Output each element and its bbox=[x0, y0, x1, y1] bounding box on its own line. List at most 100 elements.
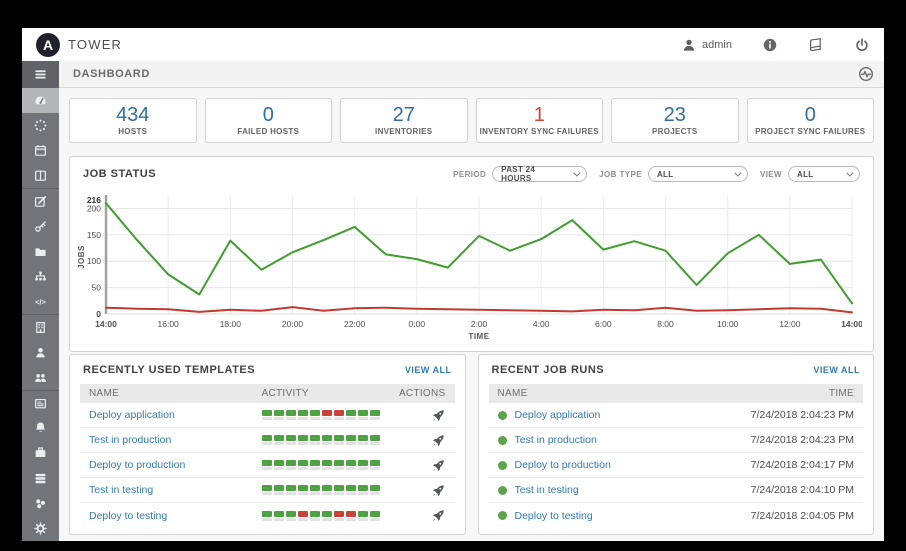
activity-block[interactable] bbox=[334, 511, 344, 521]
activity-block[interactable] bbox=[370, 410, 380, 420]
job-type-select[interactable]: ALL bbox=[648, 166, 748, 182]
sidebar-item-users[interactable] bbox=[22, 340, 59, 365]
activity-block[interactable] bbox=[262, 485, 272, 495]
sidebar-item-inventories[interactable] bbox=[22, 264, 59, 289]
activity-block[interactable] bbox=[286, 460, 296, 470]
activity-block[interactable] bbox=[298, 485, 308, 495]
activity-block[interactable] bbox=[370, 511, 380, 521]
activity-block[interactable] bbox=[334, 410, 344, 420]
activity-block[interactable] bbox=[346, 410, 356, 420]
sidebar-item-schedules[interactable] bbox=[22, 138, 59, 163]
activity-block[interactable] bbox=[310, 410, 320, 420]
activity-block[interactable] bbox=[358, 485, 368, 495]
view-select[interactable]: ALL bbox=[788, 166, 860, 182]
activity-block[interactable] bbox=[322, 435, 332, 445]
status-success-dot[interactable] bbox=[498, 486, 507, 495]
activity-block[interactable] bbox=[334, 460, 344, 470]
activity-block[interactable] bbox=[310, 485, 320, 495]
activity-block[interactable] bbox=[322, 511, 332, 521]
launch-rocket-icon[interactable] bbox=[431, 458, 446, 473]
activity-block[interactable] bbox=[298, 460, 308, 470]
activity-block[interactable] bbox=[298, 511, 308, 521]
template-name-link[interactable]: Deploy application bbox=[89, 409, 262, 421]
activity-block[interactable] bbox=[310, 435, 320, 445]
activity-block[interactable] bbox=[274, 511, 284, 521]
activity-block[interactable] bbox=[370, 460, 380, 470]
sidebar-item-projects[interactable] bbox=[22, 239, 59, 264]
job-status-chart[interactable]: 05010015020021614:0016:0018:0020:0022:00… bbox=[76, 190, 862, 342]
template-name-link[interactable]: Test in testing bbox=[89, 484, 262, 496]
status-success-dot[interactable] bbox=[498, 511, 507, 520]
activity-stream-icon[interactable] bbox=[858, 66, 874, 82]
stat-card-inventory-sync-failures[interactable]: 1INVENTORY SYNC FAILURES bbox=[476, 98, 604, 143]
activity-block[interactable] bbox=[358, 410, 368, 420]
job-run-name-link[interactable]: Test in production bbox=[515, 434, 597, 446]
stat-card-hosts[interactable]: 434HOSTS bbox=[69, 98, 197, 143]
templates-view-all-link[interactable]: VIEW ALL bbox=[405, 365, 452, 375]
activity-block[interactable] bbox=[262, 435, 272, 445]
job-run-name-link[interactable]: Test in testing bbox=[515, 484, 579, 496]
status-success-dot[interactable] bbox=[498, 411, 507, 420]
stat-card-inventories[interactable]: 27INVENTORIES bbox=[340, 98, 468, 143]
sidebar-item-teams[interactable] bbox=[22, 365, 59, 390]
activity-block[interactable] bbox=[298, 410, 308, 420]
activity-block[interactable] bbox=[310, 460, 320, 470]
launch-rocket-icon[interactable] bbox=[431, 508, 446, 523]
menu-hamburger-icon[interactable] bbox=[22, 61, 59, 88]
sidebar-item-applications[interactable] bbox=[22, 491, 59, 516]
activity-block[interactable] bbox=[274, 410, 284, 420]
logout-power-icon[interactable] bbox=[854, 37, 870, 53]
activity-block[interactable] bbox=[262, 511, 272, 521]
stat-card-projects[interactable]: 23PROJECTS bbox=[611, 98, 739, 143]
stat-card-project-sync-failures[interactable]: 0PROJECT SYNC FAILURES bbox=[747, 98, 875, 143]
activity-block[interactable] bbox=[286, 511, 296, 521]
job-run-name-link[interactable]: Deploy to testing bbox=[515, 510, 593, 522]
activity-block[interactable] bbox=[286, 485, 296, 495]
ansible-logo-icon[interactable]: A bbox=[36, 33, 60, 57]
activity-block[interactable] bbox=[274, 435, 284, 445]
sidebar-item-notifications[interactable] bbox=[22, 415, 59, 440]
status-success-dot[interactable] bbox=[498, 461, 507, 470]
activity-block[interactable] bbox=[310, 511, 320, 521]
activity-block[interactable] bbox=[358, 435, 368, 445]
template-name-link[interactable]: Deploy to testing bbox=[89, 510, 262, 522]
launch-rocket-icon[interactable] bbox=[431, 433, 446, 448]
activity-block[interactable] bbox=[334, 485, 344, 495]
job-runs-view-all-link[interactable]: VIEW ALL bbox=[813, 365, 860, 375]
sidebar-item-credential-types[interactable] bbox=[22, 390, 59, 415]
breadcrumb[interactable]: DASHBOARD bbox=[73, 68, 150, 80]
docs-book-icon[interactable] bbox=[808, 37, 824, 53]
job-run-name-link[interactable]: Deploy to production bbox=[515, 459, 611, 471]
activity-block[interactable] bbox=[346, 435, 356, 445]
sidebar-item-management-jobs[interactable] bbox=[22, 440, 59, 465]
sidebar-item-settings[interactable] bbox=[22, 516, 59, 541]
sidebar-item-organizations[interactable] bbox=[22, 314, 59, 339]
activity-block[interactable] bbox=[274, 485, 284, 495]
activity-block[interactable] bbox=[286, 435, 296, 445]
sidebar-item-jobs[interactable] bbox=[22, 113, 59, 138]
activity-block[interactable] bbox=[334, 435, 344, 445]
period-select[interactable]: PAST 24 HOURS bbox=[492, 166, 587, 182]
status-success-dot[interactable] bbox=[498, 436, 507, 445]
activity-block[interactable] bbox=[370, 435, 380, 445]
launch-rocket-icon[interactable] bbox=[431, 408, 446, 423]
about-info-icon[interactable] bbox=[762, 37, 778, 53]
activity-block[interactable] bbox=[262, 460, 272, 470]
activity-block[interactable] bbox=[298, 435, 308, 445]
activity-block[interactable] bbox=[346, 511, 356, 521]
activity-block[interactable] bbox=[346, 485, 356, 495]
activity-block[interactable] bbox=[346, 460, 356, 470]
activity-block[interactable] bbox=[358, 460, 368, 470]
sidebar-item-portal-mode[interactable] bbox=[22, 163, 59, 188]
template-name-link[interactable]: Test in production bbox=[89, 434, 262, 446]
activity-block[interactable] bbox=[322, 485, 332, 495]
sidebar-item-dashboard[interactable] bbox=[22, 88, 59, 113]
activity-block[interactable] bbox=[262, 410, 272, 420]
sidebar-item-inventory-scripts[interactable]: </> bbox=[22, 289, 59, 314]
sidebar-item-credentials[interactable] bbox=[22, 214, 59, 239]
user-menu[interactable]: admin bbox=[681, 37, 732, 53]
activity-block[interactable] bbox=[370, 485, 380, 495]
template-name-link[interactable]: Deploy to production bbox=[89, 459, 262, 471]
activity-block[interactable] bbox=[322, 460, 332, 470]
launch-rocket-icon[interactable] bbox=[431, 483, 446, 498]
